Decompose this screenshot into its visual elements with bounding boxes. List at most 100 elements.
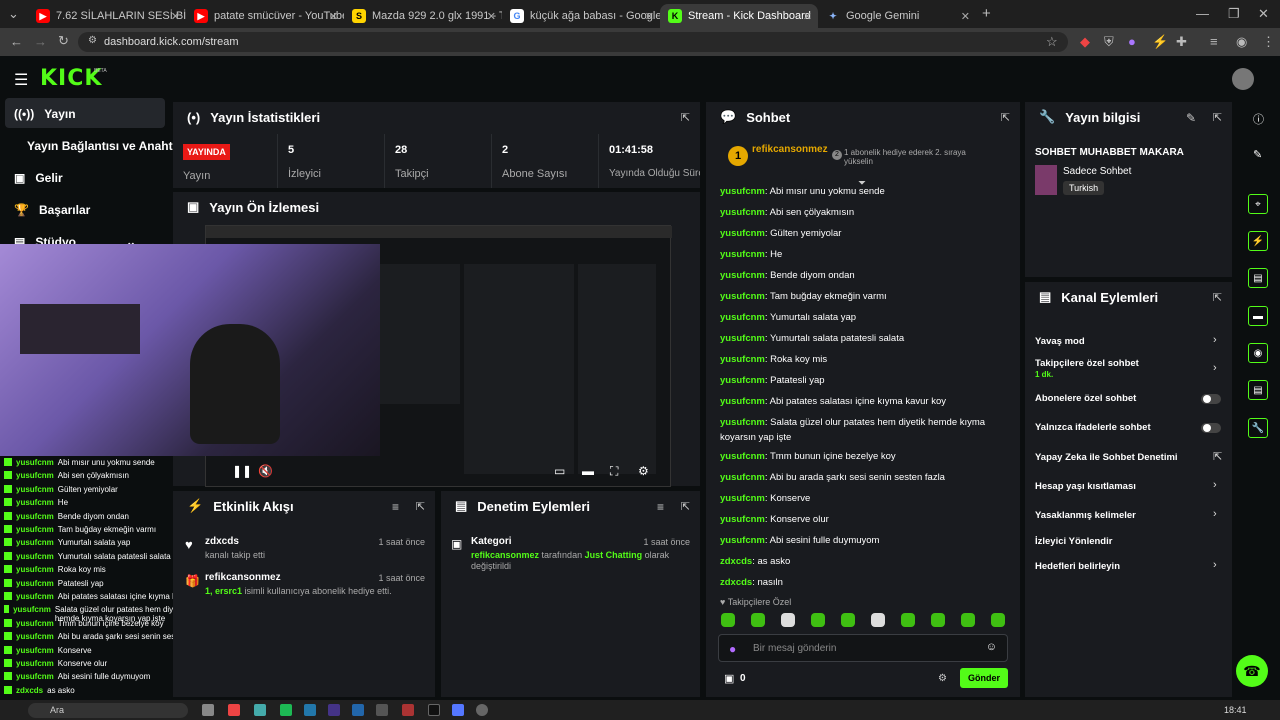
- send-button[interactable]: Gönder: [960, 668, 1008, 688]
- channel-action-item[interactable]: Yasaklanmış kelimeler: [1035, 510, 1136, 521]
- browser-tab[interactable]: G küçük ağa babası - Google'da A ✕: [502, 4, 660, 28]
- chat-username[interactable]: yusufcnm: [720, 333, 765, 344]
- chat-username[interactable]: yusufcnm: [720, 375, 765, 386]
- rail-bolt-icon[interactable]: ⚡: [1248, 231, 1268, 251]
- close-icon[interactable]: ✕: [961, 10, 970, 23]
- chat-message[interactable]: zdxcds: as asko: [720, 556, 790, 567]
- pinned-user[interactable]: refikcansonmez: [752, 144, 828, 155]
- sidebar-item-basarilar[interactable]: 🏆 Başarılar: [14, 203, 90, 217]
- theater-icon[interactable]: ▬: [582, 464, 594, 478]
- app-icon[interactable]: [376, 704, 388, 716]
- mute-icon[interactable]: 🔇: [258, 464, 273, 478]
- popout-icon[interactable]: ⇱: [416, 500, 425, 513]
- chat-username[interactable]: yusufcnm: [720, 451, 765, 462]
- back-icon[interactable]: ←: [10, 34, 23, 49]
- chevron-right-icon[interactable]: ›: [1213, 508, 1217, 520]
- chat-username[interactable]: yusufcnm: [720, 312, 765, 323]
- chat-username[interactable]: yusufcnm: [720, 472, 765, 483]
- edit-icon[interactable]: ✎: [1253, 148, 1262, 161]
- settings-gear-icon[interactable]: ⚙: [638, 464, 649, 478]
- steam-icon[interactable]: [304, 704, 316, 716]
- browser-tab[interactable]: S Mazda 929 2.0 glx 1991 - Türk ✕: [344, 4, 502, 28]
- emote[interactable]: [721, 613, 735, 627]
- app-icon[interactable]: [402, 704, 414, 716]
- emote[interactable]: [871, 613, 885, 627]
- popout-icon[interactable]: ⇱: [1001, 111, 1010, 124]
- chat-username[interactable]: yusufcnm: [720, 354, 765, 365]
- popout-icon[interactable]: ⇱: [1213, 111, 1222, 124]
- browser-tab[interactable]: ▶ 7.62 SİLAHLARIN SESİ BİLE CAY ✕: [28, 4, 186, 28]
- fullscreen-icon[interactable]: ⛶: [610, 464, 618, 479]
- chat-message[interactable]: yusufcnm: Abi patates salatası içine kıy…: [720, 396, 946, 407]
- chat-username[interactable]: yusufcnm: [720, 186, 765, 197]
- close-icon[interactable]: ✕: [645, 10, 654, 23]
- restore-icon[interactable]: ❐: [1228, 6, 1240, 22]
- chat-message[interactable]: yusufcnm: Abi sesini fulle duymuyom: [720, 535, 879, 546]
- channel-action-item[interactable]: Yavaş mod: [1035, 336, 1085, 347]
- terminal-icon[interactable]: [428, 704, 440, 716]
- rail-wrench-icon[interactable]: 🔧: [1248, 418, 1268, 438]
- close-icon[interactable]: ✕: [329, 10, 338, 23]
- rail-chat-icon[interactable]: ▬: [1248, 306, 1268, 326]
- chat-username[interactable]: yusufcnm: [720, 291, 765, 302]
- edit-pencil-icon[interactable]: ✎: [1186, 111, 1196, 125]
- toggle-switch[interactable]: [1201, 423, 1221, 433]
- chat-username[interactable]: yusufcnm: [720, 249, 765, 260]
- emote[interactable]: [931, 613, 945, 627]
- extension-icon[interactable]: ⚡: [1152, 34, 1168, 50]
- chat-message[interactable]: yusufcnm: Roka koy mis: [720, 354, 827, 365]
- emote[interactable]: [961, 613, 975, 627]
- rail-doc-icon[interactable]: ▤: [1248, 268, 1268, 288]
- emote[interactable]: [751, 613, 765, 627]
- chat-message[interactable]: yusufcnm: Konserve olur: [720, 514, 829, 525]
- rail-list-icon[interactable]: ▤: [1248, 380, 1268, 400]
- chrome-icon[interactable]: [228, 704, 240, 716]
- chevron-right-icon[interactable]: ›: [1213, 334, 1217, 346]
- edge-icon[interactable]: [254, 704, 266, 716]
- popout-icon[interactable]: ⇱: [681, 111, 690, 124]
- chat-message[interactable]: yusufcnm: Gülten yemiyolar: [720, 228, 841, 239]
- filter-icon[interactable]: ≡: [657, 500, 664, 514]
- chat-message[interactable]: yusufcnm: Patatesli yap: [720, 375, 825, 386]
- chat-message[interactable]: koyarsın yap işte: [720, 432, 791, 443]
- sidebar-item-yayin[interactable]: ((•)) Yayın: [14, 107, 76, 121]
- emote[interactable]: [901, 613, 915, 627]
- chat-message[interactable]: zdxcds: nasıln: [720, 577, 783, 588]
- chat-username[interactable]: zdxcds: [720, 556, 752, 567]
- chat-username[interactable]: yusufcnm: [720, 228, 765, 239]
- shield-icon[interactable]: ⛨: [1104, 34, 1114, 50]
- window-close-icon[interactable]: ✕: [1258, 6, 1269, 22]
- url-input[interactable]: dashboard.kick.com/stream: [78, 32, 1068, 52]
- profile-icon[interactable]: ◉: [1236, 34, 1247, 50]
- chat-message[interactable]: yusufcnm: Abi sen çölyakmısın: [720, 207, 854, 218]
- browser-tab[interactable]: ▶ patate smücüver - YouTube ✕: [186, 4, 344, 28]
- channel-action-item[interactable]: Abonelere özel sohbet: [1035, 393, 1136, 404]
- points-icon[interactable]: ▣: [724, 672, 734, 685]
- channel-action-item[interactable]: İzleyici Yönlendir: [1035, 536, 1112, 547]
- chat-username[interactable]: yusufcnm: [720, 417, 765, 428]
- emote[interactable]: [811, 613, 825, 627]
- close-icon[interactable]: ✕: [171, 10, 180, 23]
- browser-tab-active[interactable]: K Stream - Kick Dashboard ✕: [660, 4, 818, 28]
- photoshop-icon[interactable]: [352, 704, 364, 716]
- chat-message[interactable]: yusufcnm: Bende diyom ondan: [720, 270, 855, 281]
- channel-action-item[interactable]: Takipçilere özel sohbet: [1035, 358, 1139, 369]
- chat-message[interactable]: yusufcnm: Tmm bunun içine bezelye koy: [720, 451, 896, 462]
- chevron-right-icon[interactable]: ›: [1213, 479, 1217, 491]
- chevron-right-icon[interactable]: ›: [1213, 559, 1217, 571]
- site-info-icon[interactable]: ⚙: [88, 35, 97, 46]
- activity-user[interactable]: zdxcds: [205, 536, 239, 547]
- activity-user[interactable]: refikcansonmez: [205, 572, 281, 583]
- chat-input[interactable]: ● Bir mesaj gönderin ☺: [718, 634, 1008, 662]
- emote[interactable]: [841, 613, 855, 627]
- chevron-right-icon[interactable]: ›: [1213, 362, 1217, 374]
- channel-action-item[interactable]: Hesap yaşı kısıtlaması: [1035, 481, 1136, 492]
- chat-message[interactable]: yusufcnm: Yumurtalı salata yap: [720, 312, 856, 323]
- chat-message[interactable]: yusufcnm: Tam buğday ekmeğin varmı: [720, 291, 887, 302]
- forward-icon[interactable]: →: [34, 34, 47, 49]
- emote[interactable]: [991, 613, 1005, 627]
- chat-message[interactable]: yusufcnm: Salata güzel olur patates hem …: [720, 417, 985, 428]
- more-icon[interactable]: ⋮: [1262, 34, 1275, 50]
- hamburger-menu-icon[interactable]: ☰: [14, 70, 28, 90]
- spotify-icon[interactable]: [280, 704, 292, 716]
